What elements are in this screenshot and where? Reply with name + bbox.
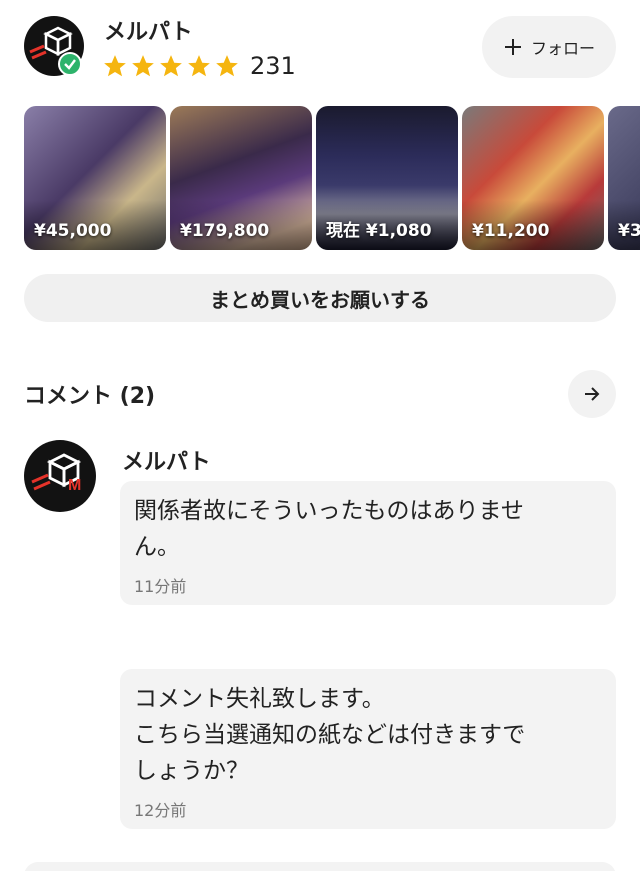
comment-time: 11分前 <box>134 577 187 596</box>
plus-icon <box>504 39 521 55</box>
commenter-name[interactable]: メルパト <box>122 444 211 476</box>
listing-thumbnail[interactable]: ¥11,200 <box>462 106 604 250</box>
star-icon <box>104 55 126 77</box>
mercari-patrol-logo-icon: M <box>31 453 81 494</box>
listing-thumbnail[interactable]: ¥3 <box>608 106 640 250</box>
listing-thumbnails: ¥45,000 ¥179,800 現在 ¥1,080 ¥11,200 ¥3 <box>24 106 640 250</box>
follow-button[interactable]: フォロー <box>482 16 616 78</box>
comment-text: 関係者故にそういったものはありませ ん。 <box>134 498 524 560</box>
seller-comments-page: メルパト 231 フォロー ¥45,000 ¥179,800 現在 ¥1,080… <box>0 0 640 871</box>
comments-more-button[interactable] <box>568 370 616 418</box>
commenter-avatar[interactable]: M <box>24 440 96 512</box>
seller-name[interactable]: メルパト <box>104 14 193 46</box>
follow-label: フォロー <box>530 39 595 58</box>
comment-bubble: 関係者故にそういったものはありませ ん。 11分前 <box>120 481 616 605</box>
star-icon <box>132 55 154 77</box>
listing-price: ¥11,200 <box>472 221 550 241</box>
listing-price: ¥179,800 <box>180 221 270 241</box>
listing-thumbnail[interactable]: 現在 ¥1,080 <box>316 106 458 250</box>
star-icon <box>160 55 182 77</box>
listing-price: ¥45,000 <box>34 221 112 241</box>
star-icon <box>188 55 210 77</box>
arrow-right-icon <box>585 387 600 401</box>
seller-rating: 231 <box>102 52 296 80</box>
comment-text: コメント失礼致します。 こちら当選通知の紙などは付きますで しょうか？ <box>134 686 526 784</box>
rating-count: 231 <box>250 52 296 80</box>
star-icon <box>216 55 238 77</box>
comments-title: コメント (2) <box>24 384 156 409</box>
listing-price: 現在 ¥1,080 <box>326 221 432 241</box>
listing-price: ¥3 <box>618 221 640 241</box>
verified-badge-icon <box>58 52 82 76</box>
listing-thumbnail[interactable]: ¥179,800 <box>170 106 312 250</box>
svg-text:M: M <box>68 477 81 494</box>
listing-thumbnail[interactable]: ¥45,000 <box>24 106 166 250</box>
bulk-purchase-request-button[interactable]: まとめ買いをお願いする <box>24 274 616 322</box>
comment-bubble: コメント失礼致します。 こちら当選通知の紙などは付きますで しょうか？ 12分前 <box>120 669 616 829</box>
next-comment-bubble <box>24 862 616 871</box>
comment-time: 12分前 <box>134 801 187 820</box>
